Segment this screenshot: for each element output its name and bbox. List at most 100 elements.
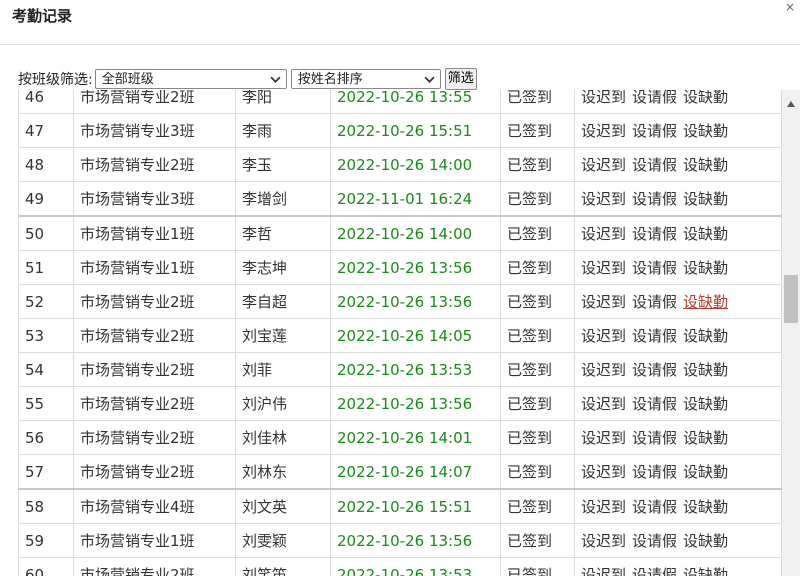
row-actions: 设迟到 设请假 设缺勤 <box>574 147 782 182</box>
student-name: 刘佳林 <box>235 420 331 455</box>
set-leave-link[interactable]: 设请假 <box>632 498 677 516</box>
set-leave-link[interactable]: 设请假 <box>632 327 677 345</box>
row-number: 57 <box>18 454 74 490</box>
row-number: 52 <box>18 284 74 319</box>
student-name: 刘宝莲 <box>235 318 331 353</box>
set-leave-link[interactable]: 设请假 <box>632 259 677 277</box>
set-late-link[interactable]: 设迟到 <box>581 498 626 516</box>
student-name: 刘雯颖 <box>235 523 331 558</box>
set-late-link[interactable]: 设迟到 <box>581 293 626 311</box>
close-icon[interactable]: × <box>785 0 795 14</box>
set-absent-link[interactable]: 设缺勤 <box>683 429 728 447</box>
sort-select-value: 按姓名排序 <box>297 72 363 87</box>
chevron-down-icon <box>270 76 281 83</box>
set-late-link[interactable]: 设迟到 <box>581 259 626 277</box>
set-absent-link[interactable]: 设缺勤 <box>683 190 728 208</box>
sign-in-time: 2022-10-26 13:56 <box>330 386 501 421</box>
scrollbar-thumb[interactable] <box>784 275 798 323</box>
set-late-link[interactable]: 设迟到 <box>581 361 626 379</box>
sign-in-time: 2022-10-26 13:55 <box>330 90 501 114</box>
set-absent-link[interactable]: 设缺勤 <box>683 498 728 516</box>
class-name: 市场营销专业2班 <box>73 386 236 421</box>
set-late-link[interactable]: 设迟到 <box>581 122 626 140</box>
table-row: 60 市场营销专业2班 刘笑笛 2022-10-26 13:53 已签到 设迟到 设请假 设缺… <box>18 557 782 576</box>
attendance-table: 46 市场营销专业2班 李阳 2022-10-26 13:55 已签到 设迟到 设请假 设缺勤… <box>18 90 782 576</box>
set-absent-link[interactable]: 设缺勤 <box>683 293 728 311</box>
class-name: 市场营销专业1班 <box>73 250 236 285</box>
set-late-link[interactable]: 设迟到 <box>581 532 626 550</box>
set-absent-link[interactable]: 设缺勤 <box>683 225 728 243</box>
set-late-link[interactable]: 设迟到 <box>581 429 626 447</box>
set-late-link[interactable]: 设迟到 <box>581 225 626 243</box>
table-row: 55 市场营销专业2班 刘沪伟 2022-10-26 13:56 已签到 设迟到 设请假 设缺… <box>18 386 782 421</box>
vertical-scrollbar[interactable] <box>782 90 800 576</box>
set-leave-link[interactable]: 设请假 <box>632 395 677 413</box>
table-row: 50 市场营销专业1班 李哲 2022-10-26 14:00 已签到 设迟到 设请假 设缺勤 <box>18 216 782 251</box>
set-leave-link[interactable]: 设请假 <box>632 225 677 243</box>
row-number: 46 <box>18 90 74 114</box>
set-leave-link[interactable]: 设请假 <box>632 463 677 481</box>
sort-select[interactable]: 按姓名排序 <box>290 69 441 89</box>
set-leave-link[interactable]: 设请假 <box>632 156 677 174</box>
set-late-link[interactable]: 设迟到 <box>581 395 626 413</box>
set-absent-link[interactable]: 设缺勤 <box>683 532 728 550</box>
attendance-table-viewport: 46 市场营销专业2班 李阳 2022-10-26 13:55 已签到 设迟到 设请假 设缺勤… <box>0 90 782 576</box>
sign-in-time: 2022-10-26 15:51 <box>330 489 501 524</box>
set-late-link[interactable]: 设迟到 <box>581 156 626 174</box>
set-late-link[interactable]: 设迟到 <box>581 90 626 106</box>
row-actions: 设迟到 设请假 设缺勤 <box>574 557 782 576</box>
set-late-link[interactable]: 设迟到 <box>581 327 626 345</box>
set-absent-link[interactable]: 设缺勤 <box>683 259 728 277</box>
sign-in-time: 2022-10-26 14:00 <box>330 147 501 182</box>
sign-in-time: 2022-10-26 13:56 <box>330 284 501 319</box>
set-leave-link[interactable]: 设请假 <box>632 122 677 140</box>
attendance-status: 已签到 <box>500 523 575 558</box>
filter-button[interactable]: 筛选 <box>444 68 477 90</box>
attendance-status: 已签到 <box>500 454 575 490</box>
set-absent-link[interactable]: 设缺勤 <box>683 361 728 379</box>
class-name: 市场营销专业2班 <box>73 454 236 490</box>
scroll-up-arrow-icon[interactable] <box>786 100 796 108</box>
class-name: 市场营销专业2班 <box>73 352 236 387</box>
set-leave-link[interactable]: 设请假 <box>632 566 677 576</box>
student-name: 李玉 <box>235 147 331 182</box>
set-absent-link[interactable]: 设缺勤 <box>683 122 728 140</box>
set-leave-link[interactable]: 设请假 <box>632 361 677 379</box>
set-absent-link[interactable]: 设缺勤 <box>683 90 728 106</box>
row-number: 60 <box>18 557 74 576</box>
sign-in-time: 2022-10-26 13:53 <box>330 557 501 576</box>
set-absent-link[interactable]: 设缺勤 <box>683 327 728 345</box>
class-filter-label: 按班级筛选: <box>18 72 93 88</box>
set-absent-link[interactable]: 设缺勤 <box>683 566 728 576</box>
row-actions: 设迟到 设请假 设缺勤 <box>574 216 782 251</box>
table-row: 49 市场营销专业3班 李增剑 2022-11-01 16:24 已签到 设迟到 设请假 设缺… <box>18 181 782 217</box>
sign-in-time: 2022-10-26 14:07 <box>330 454 501 490</box>
attendance-status: 已签到 <box>500 113 575 148</box>
set-late-link[interactable]: 设迟到 <box>581 566 626 576</box>
set-leave-link[interactable]: 设请假 <box>632 190 677 208</box>
class-select[interactable]: 全部班级 <box>94 69 287 89</box>
set-leave-link[interactable]: 设请假 <box>632 90 677 106</box>
set-absent-link[interactable]: 设缺勤 <box>683 463 728 481</box>
row-actions: 设迟到 设请假 设缺勤 <box>574 90 782 114</box>
set-late-link[interactable]: 设迟到 <box>581 463 626 481</box>
row-actions: 设迟到 设请假 设缺勤 <box>574 250 782 285</box>
table-row: 56 市场营销专业2班 刘佳林 2022-10-26 14:01 已签到 设迟到 设请假 设缺… <box>18 420 782 455</box>
row-actions: 设迟到 设请假 设缺勤 <box>574 420 782 455</box>
set-absent-link[interactable]: 设缺勤 <box>683 395 728 413</box>
set-late-link[interactable]: 设迟到 <box>581 190 626 208</box>
sign-in-time: 2022-11-01 16:24 <box>330 181 501 217</box>
class-name: 市场营销专业3班 <box>73 181 236 217</box>
attendance-status: 已签到 <box>500 318 575 353</box>
set-absent-link[interactable]: 设缺勤 <box>683 156 728 174</box>
set-leave-link[interactable]: 设请假 <box>632 532 677 550</box>
sign-in-time: 2022-10-26 13:56 <box>330 250 501 285</box>
chevron-down-icon <box>424 76 435 83</box>
attendance-status: 已签到 <box>500 181 575 217</box>
set-leave-link[interactable]: 设请假 <box>632 429 677 447</box>
attendance-status: 已签到 <box>500 250 575 285</box>
table-row: 52 市场营销专业2班 李自超 2022-10-26 13:56 已签到 设迟到 设请假 设缺… <box>18 284 782 319</box>
sign-in-time: 2022-10-26 14:01 <box>330 420 501 455</box>
row-number: 59 <box>18 523 74 558</box>
set-leave-link[interactable]: 设请假 <box>632 293 677 311</box>
